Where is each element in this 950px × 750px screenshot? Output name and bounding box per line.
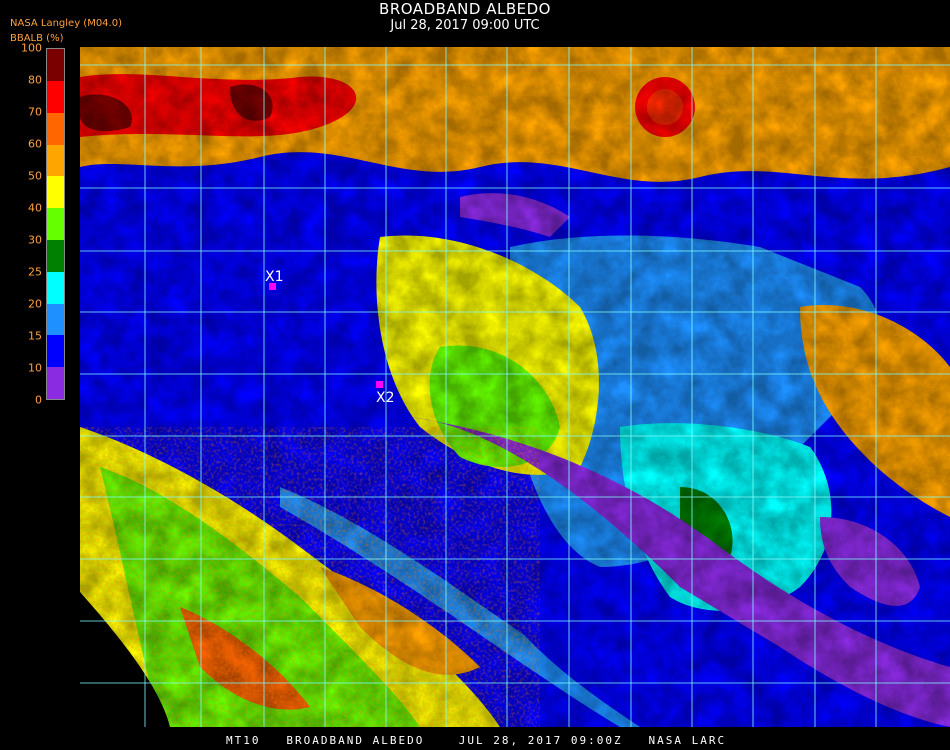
marker-x1-label: X1 [265,269,284,285]
map-timestamp: Jul 28, 2017 09:00 UTC [390,18,540,33]
title-block: BROADBAND ALBEDO Jul 28, 2017 09:00 UTC [300,0,630,34]
source-label: NASA Langley (M04.0) [10,18,122,29]
legend-swatch [47,367,64,399]
legend-tick-label: 15 [28,329,42,343]
marker-x2-label: X2 [376,390,395,406]
legend-tick-label: 60 [28,137,42,151]
legend-tick-label: 50 [28,169,42,183]
legend-tick-label: 40 [28,201,42,215]
legend-tick-label: 80 [28,73,42,87]
color-legend [46,48,65,400]
legend-tick-label: 10 [28,361,42,375]
legend-tick-label: 30 [28,233,42,247]
legend-swatch [47,112,64,145]
albedo-map[interactable]: X1 X2 [80,47,950,727]
marker-x2-point [376,381,383,388]
footer-caption: MT10 BROADBAND ALBEDO JUL 28, 2017 09:00… [226,734,727,747]
legend-swatch [47,208,64,240]
legend-swatch [47,335,64,368]
legend-swatch [47,144,64,177]
legend-swatch [47,80,64,113]
legend-swatch [47,49,64,81]
legend-swatch [47,176,64,209]
legend-tick-label: 100 [21,41,42,55]
legend-tick-label: 25 [28,265,42,279]
legend-tick-label: 70 [28,105,42,119]
legend-swatch [47,239,64,272]
map-title: BROADBAND ALBEDO [379,0,551,18]
legend-swatch [47,303,64,336]
legend-tick-label: 20 [28,297,42,311]
albedo-map-canvas: X1 X2 [80,47,950,727]
legend-swatch [47,271,64,304]
legend-tick-label: 0 [35,393,42,407]
